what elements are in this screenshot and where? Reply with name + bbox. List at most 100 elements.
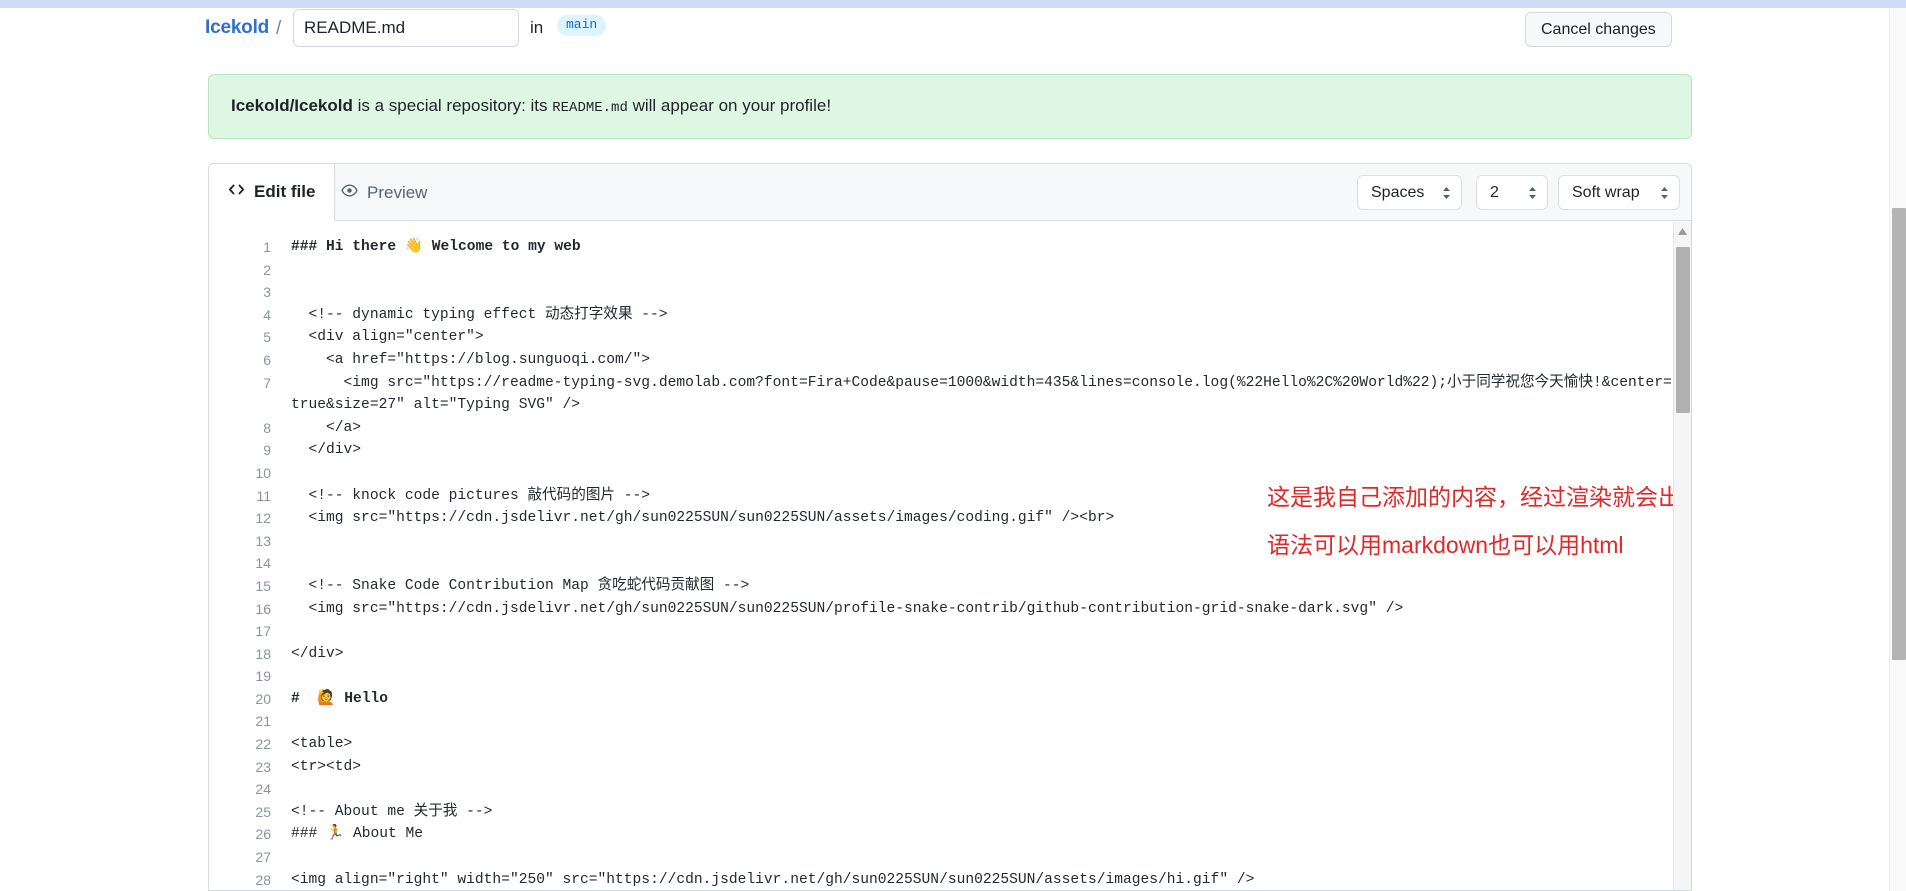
- special-repo-banner: Icekold/Icekold is a special repository:…: [208, 74, 1692, 139]
- code-line[interactable]: 3: [209, 281, 1673, 304]
- code-line[interactable]: 21: [209, 710, 1673, 733]
- eye-icon: [341, 182, 358, 204]
- banner-text-2: will appear on your profile!: [628, 96, 831, 115]
- line-number: 25: [209, 801, 271, 824]
- code-line[interactable]: 9 </div>: [209, 439, 1673, 462]
- code-line[interactable]: 6 <a href="https://blog.sunguoqi.com/">: [209, 349, 1673, 372]
- line-content: </div>: [291, 439, 1673, 462]
- indent-size-select[interactable]: 2: [1476, 175, 1548, 210]
- line-number: 17: [209, 620, 271, 643]
- line-content: <!-- knock code pictures 敲代码的图片 -->: [291, 485, 1673, 508]
- line-number: 13: [209, 530, 271, 553]
- editor-tabbar: Edit file Preview Spaces 2: [209, 164, 1692, 221]
- line-number: 4: [209, 304, 271, 327]
- line-number: 24: [209, 778, 271, 801]
- line-content: ### Hi there 👋 Welcome to my web: [291, 236, 1673, 259]
- line-content: <img src="https://readme-typing-svg.demo…: [291, 372, 1673, 417]
- special-repo-banner-text: Icekold/Icekold is a special repository:…: [231, 96, 831, 116]
- branch-badge: main: [557, 15, 606, 36]
- page-scrollbar-thumb[interactable]: [1892, 208, 1906, 660]
- banner-readme-code: README.md: [552, 100, 628, 116]
- line-number: 18: [209, 643, 271, 666]
- code-line[interactable]: 15 <!-- Snake Code Contribution Map 贪吃蛇代…: [209, 575, 1673, 598]
- code-lines[interactable]: 1### Hi there 👋 Welcome to my web234 <!-…: [209, 236, 1673, 891]
- code-line[interactable]: 22 <table>: [209, 733, 1673, 756]
- indent-mode-select[interactable]: Spaces: [1357, 175, 1462, 210]
- line-content: # 🙋 Hello: [291, 688, 1673, 711]
- code-line[interactable]: 27: [209, 846, 1673, 869]
- code-brackets-icon: [228, 181, 245, 203]
- browser-top-strip: [0, 0, 1906, 8]
- line-content: <table>: [291, 733, 1673, 756]
- cancel-changes-button[interactable]: Cancel changes: [1525, 12, 1672, 47]
- tab-edit-file[interactable]: Edit file: [209, 164, 335, 221]
- code-line[interactable]: 10: [209, 462, 1673, 485]
- line-number: 22: [209, 733, 271, 756]
- line-number: 11: [209, 485, 271, 508]
- wrap-mode-select[interactable]: Soft wrap: [1558, 175, 1680, 210]
- line-number: 20: [209, 688, 271, 711]
- tab-preview[interactable]: Preview: [322, 164, 446, 221]
- line-content: <!-- dynamic typing effect 动态打字效果 -->: [291, 304, 1673, 327]
- line-content: <tr><td>: [291, 756, 1673, 779]
- banner-text-1: is a special repository: its: [353, 96, 552, 115]
- code-line[interactable]: 19: [209, 665, 1673, 688]
- code-line[interactable]: 18 </div>: [209, 643, 1673, 666]
- line-number: 16: [209, 598, 271, 621]
- indent-mode-value: Spaces: [1371, 184, 1424, 202]
- line-content: <img align="right" width="250" src="http…: [291, 869, 1673, 891]
- line-content: <div align="center">: [291, 326, 1673, 349]
- code-line[interactable]: 8 </a>: [209, 417, 1673, 440]
- line-number: 21: [209, 710, 271, 733]
- code-line[interactable]: 5 <div align="center">: [209, 326, 1673, 349]
- line-content: </a>: [291, 417, 1673, 440]
- line-number: 7: [209, 372, 271, 395]
- line-content: </div>: [291, 643, 1673, 666]
- code-line[interactable]: 28 <img align="right" width="250" src="ht…: [209, 869, 1673, 891]
- line-number: 12: [209, 507, 271, 530]
- banner-repo-name: Icekold/Icekold: [231, 96, 353, 115]
- code-line[interactable]: 20 # 🙋 Hello: [209, 688, 1673, 711]
- code-line[interactable]: 16 <img src="https://cdn.jsdelivr.net/gh…: [209, 598, 1673, 621]
- code-line[interactable]: 17: [209, 620, 1673, 643]
- code-line[interactable]: 13: [209, 530, 1673, 553]
- code-line[interactable]: 24: [209, 778, 1673, 801]
- page-vertical-scrollbar[interactable]: [1889, 8, 1906, 891]
- code-line[interactable]: 2: [209, 259, 1673, 282]
- code-line[interactable]: 12 <img src="https://cdn.jsdelivr.net/gh…: [209, 507, 1673, 530]
- line-number: 3: [209, 281, 271, 304]
- line-number: 10: [209, 462, 271, 485]
- line-number: 28: [209, 869, 271, 891]
- chevron-updown-icon: [1659, 186, 1670, 200]
- line-number: 19: [209, 665, 271, 688]
- file-path-header: Icekold / in main Cancel changes: [0, 8, 1890, 48]
- line-content: <a href="https://blog.sunguoqi.com/">: [291, 349, 1673, 372]
- code-editor-area[interactable]: 1### Hi there 👋 Welcome to my web234 <!-…: [209, 222, 1692, 891]
- code-line[interactable]: 7 <img src="https://readme-typing-svg.de…: [209, 372, 1673, 417]
- tab-edit-file-label: Edit file: [254, 182, 315, 202]
- code-line[interactable]: 11 <!-- knock code pictures 敲代码的图片 -->: [209, 485, 1673, 508]
- code-line[interactable]: 23 <tr><td>: [209, 756, 1673, 779]
- line-content: ### 🏃 About Me: [291, 823, 1673, 846]
- code-line[interactable]: 1### Hi there 👋 Welcome to my web: [209, 236, 1673, 259]
- code-line[interactable]: 26### 🏃 About Me: [209, 823, 1673, 846]
- scroll-up-arrow-icon[interactable]: [1674, 222, 1691, 240]
- editor-scrollbar-thumb[interactable]: [1676, 247, 1690, 413]
- chevron-updown-icon: [1527, 186, 1538, 200]
- code-line[interactable]: 4 <!-- dynamic typing effect 动态打字效果 -->: [209, 304, 1673, 327]
- line-number: 27: [209, 846, 271, 869]
- line-number: 23: [209, 756, 271, 779]
- line-number: 8: [209, 417, 271, 440]
- editor-vertical-scrollbar[interactable]: [1673, 222, 1691, 891]
- line-number: 15: [209, 575, 271, 598]
- chevron-updown-icon: [1441, 186, 1452, 200]
- filename-input[interactable]: [293, 9, 519, 47]
- line-number: 14: [209, 552, 271, 575]
- in-label: in: [530, 18, 543, 38]
- code-line[interactable]: 14: [209, 552, 1673, 575]
- line-number: 9: [209, 439, 271, 462]
- line-content: <!-- About me 关于我 -->: [291, 801, 1673, 824]
- indent-size-value: 2: [1490, 184, 1499, 202]
- repo-owner-link[interactable]: Icekold: [205, 17, 269, 39]
- code-line[interactable]: 25 <!-- About me 关于我 -->: [209, 801, 1673, 824]
